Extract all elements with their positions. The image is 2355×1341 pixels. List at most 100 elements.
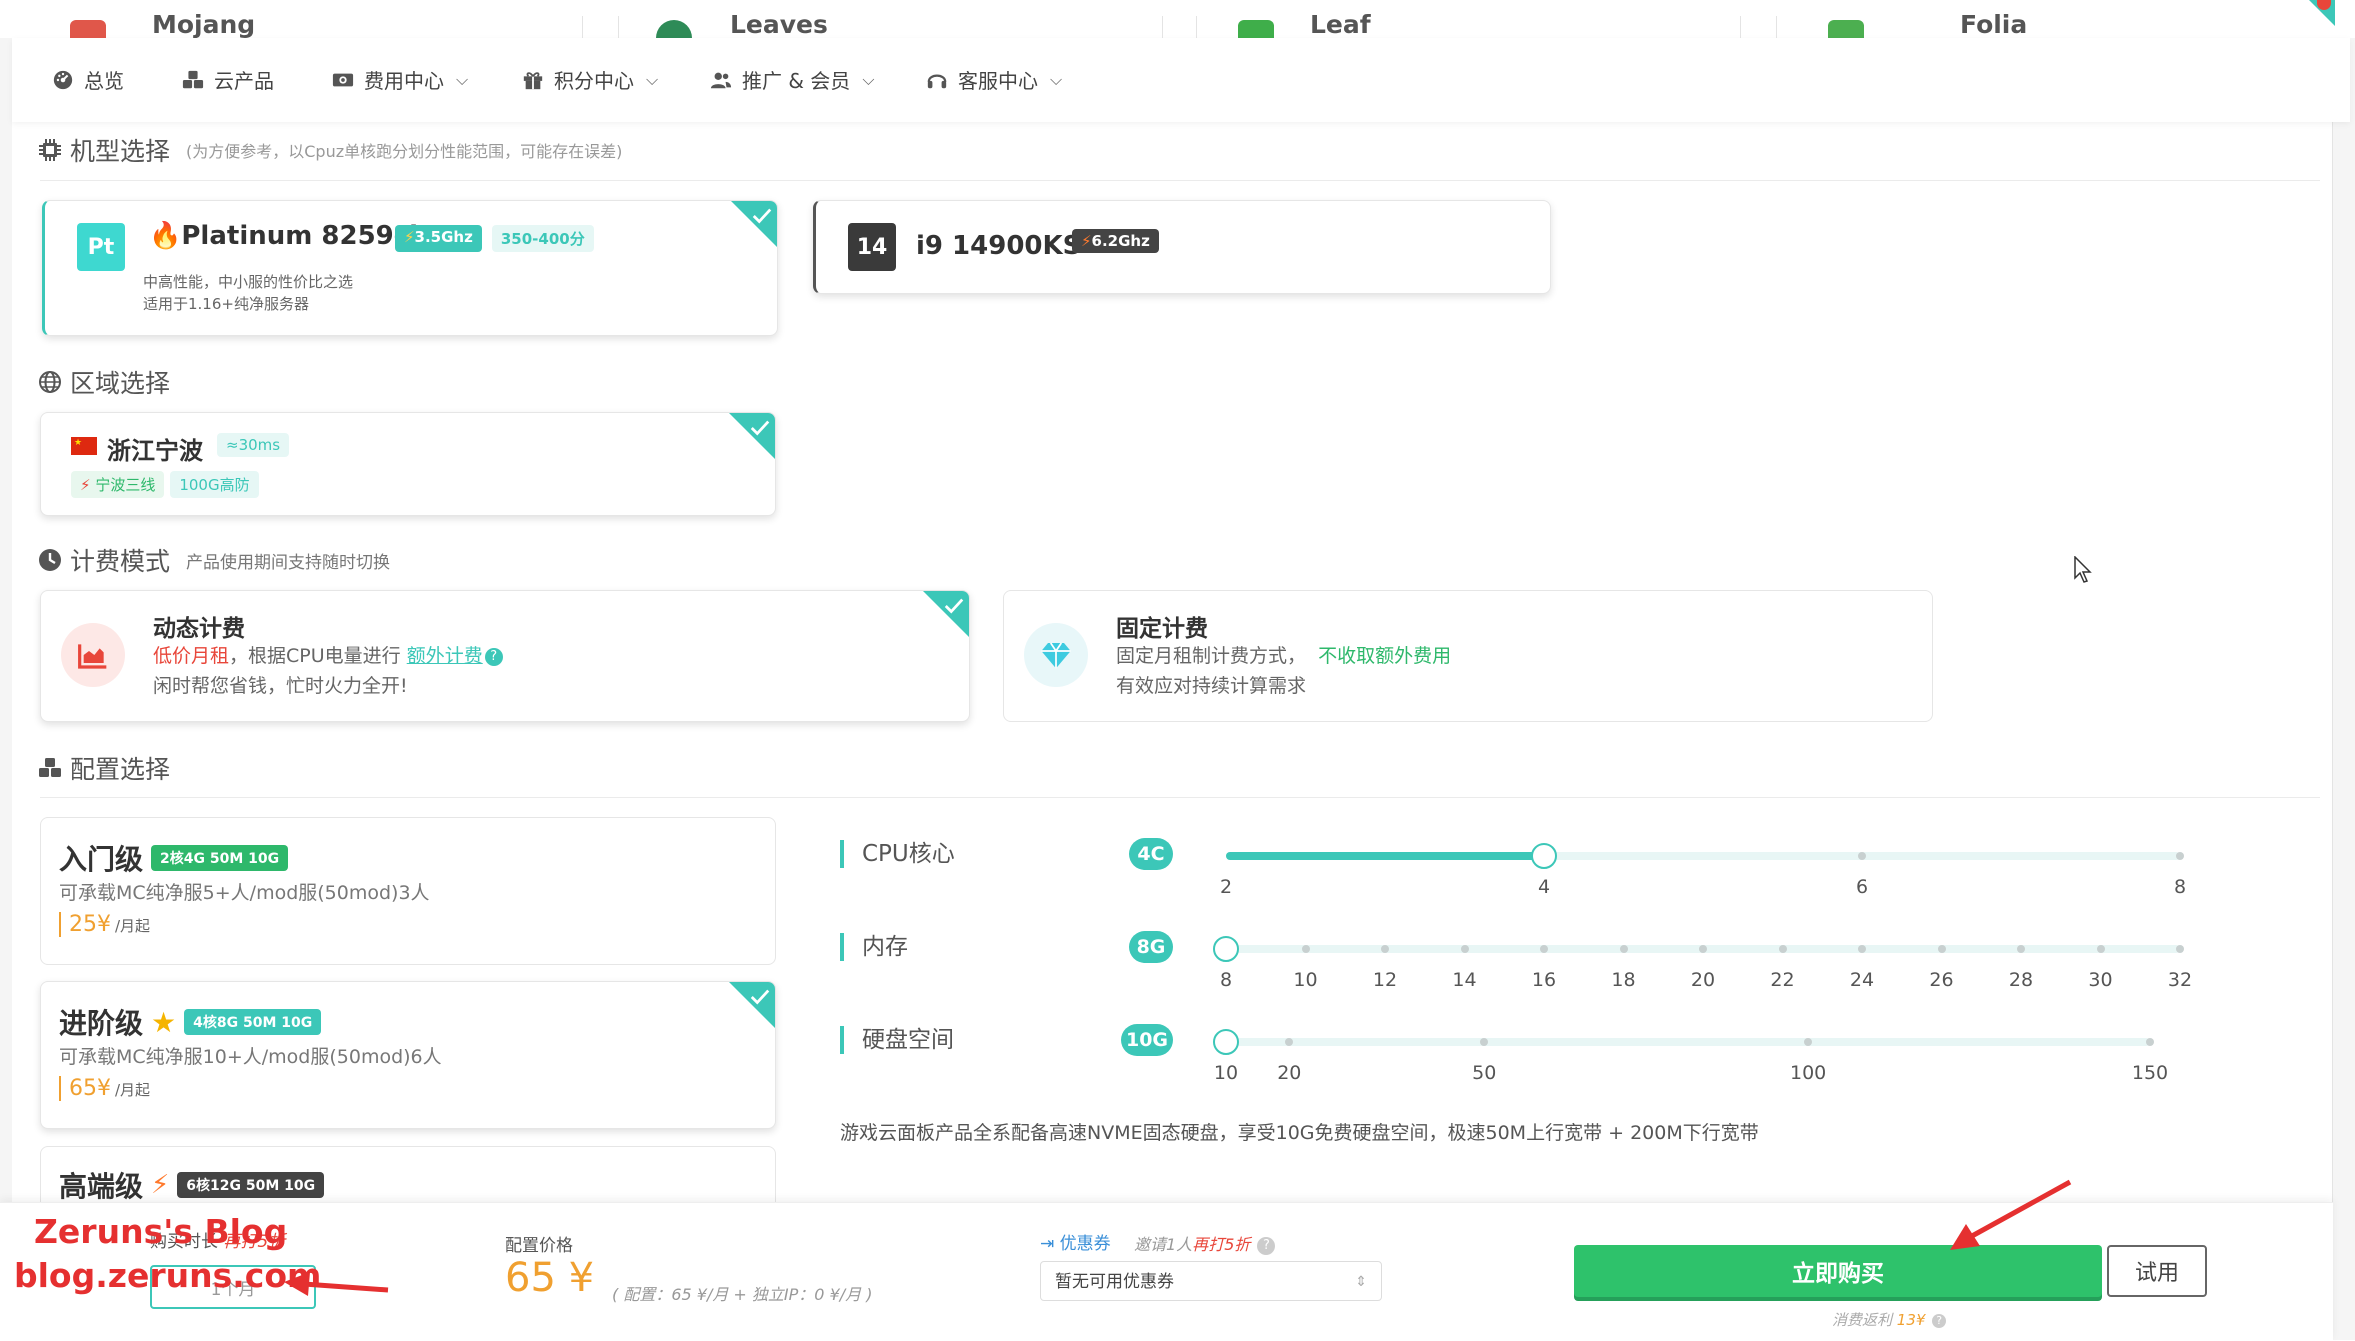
slider-tick-label: 8 — [1219, 969, 1233, 991]
nav-label: 推广 & 会员 — [742, 69, 851, 93]
selected-check — [923, 591, 969, 637]
slider-tick-label: 10 — [1293, 969, 1318, 991]
divider — [40, 797, 2320, 798]
selected-check — [729, 413, 775, 459]
slider-tick-label: 16 — [1531, 969, 1557, 991]
cubes-icon — [182, 70, 204, 88]
slider-handle[interactable] — [1213, 936, 1239, 962]
bill-icon-bg — [61, 623, 125, 687]
cpu-card-platinum[interactable]: Pt 🔥Platinum 8259cl ⚡3.5Ghz 350-400分 中高性… — [42, 200, 778, 336]
slider-tick-dot — [1619, 945, 1628, 953]
help-icon[interactable]: ? — [1932, 1313, 1947, 1328]
gift-icon — [523, 71, 543, 89]
defense-tag: 100G高防 — [170, 471, 259, 498]
help-icon[interactable]: ? — [1257, 1236, 1276, 1255]
disk-slider-label: 硬盘空间 — [840, 1026, 954, 1054]
annotation-arrow-left — [284, 1272, 389, 1296]
billing-dynamic-card[interactable]: 动态计费 低价月租，根据CPU电量进行 额外计费? 闲时帮您省钱，忙时火力全开! — [40, 590, 970, 722]
tier-title: 进阶级 ★ 4核8G 50M 10G — [59, 1002, 322, 1042]
slider-tick-label: 100 — [1789, 1062, 1827, 1084]
billing-title: 固定计费 — [1116, 616, 1208, 642]
tab-leaf[interactable]: Leaf — [1310, 10, 1371, 38]
money-icon — [332, 73, 354, 86]
mojang-logo — [70, 20, 106, 38]
china-flag-icon: ★ — [71, 437, 97, 455]
score-badge: 350-400分 — [491, 225, 594, 252]
nav-customer-service[interactable]: 客服中心 ⌵ — [926, 65, 1062, 94]
annotation-arrow-right — [1950, 1179, 2072, 1250]
slider-track[interactable] — [1226, 1038, 2150, 1046]
section-title-text: 计费模式 — [70, 547, 171, 576]
billing-line-2: 有效应对持续计算需求 — [1116, 675, 1307, 697]
slider-tick-label: 20 — [1277, 1062, 1302, 1084]
tier-card-advanced[interactable]: 进阶级 ★ 4核8G 50M 10G 可承载MC纯净服10+人/mod服(50m… — [40, 981, 776, 1129]
slider-tick-label: 14 — [1452, 969, 1477, 991]
model-section-title: 机型选择 (为方便参考，以Cpuz单核跑分划分性能范围，可能存在误差) — [38, 132, 622, 168]
folia-logo — [1828, 20, 1864, 38]
tab-leaves[interactable]: Leaves — [730, 10, 828, 38]
memory-value-pill: 8G — [1129, 931, 1173, 963]
billing-fixed-card[interactable]: 固定计费 固定月租制计费方式， 不收取额外费用 有效应对持续计算需求 — [1003, 590, 1933, 722]
cpu-badges: ⚡6.2Ghz — [1072, 229, 1159, 253]
slider-tick-label: 150 — [2131, 1062, 2169, 1084]
chevron-down-icon: ⌵ — [646, 69, 659, 89]
slider-tick-dot — [1858, 945, 1866, 953]
cpu-logo: 14 — [848, 223, 896, 271]
leaf-logo — [1238, 20, 1274, 38]
slider-tick-dot — [1937, 945, 1946, 953]
section-title-text: 区域选择 — [70, 369, 171, 398]
price-breakdown: ( 配置：65 ¥/月 + 独立IP：0 ¥/月 ) — [612, 1285, 873, 1304]
tier-title: 高端级 ⚡ 6核12G 50M 10G — [59, 1165, 325, 1205]
chevron-down-icon: ⌵ — [1050, 69, 1063, 89]
tier-price: 65¥/月起 — [59, 1076, 150, 1101]
cpu-name: i9 14900KS — [916, 231, 1082, 261]
region-tags: ⚡ 宁波三线 100G高防 — [71, 471, 259, 498]
nav-overview[interactable]: 总览 — [52, 65, 124, 94]
slider-handle[interactable] — [1531, 843, 1557, 869]
leaves-logo — [656, 20, 692, 38]
slider-tick-label: 2 — [1219, 876, 1233, 898]
nav-label: 总览 — [84, 69, 124, 93]
slider-tick-dot — [2146, 1038, 2154, 1046]
tier-card-entry[interactable]: 入门级 2核4G 50M 10G 可承载MC纯净服5+人/mod服(50mod)… — [40, 817, 776, 965]
config-price: 65 ¥ — [505, 1255, 595, 1301]
right-scrollbar-area[interactable] — [2332, 0, 2355, 1340]
slider-tick-dot — [2017, 945, 2025, 953]
bill-icon-bg — [1024, 623, 1088, 687]
nav-label: 费用中心 — [364, 69, 444, 93]
chevron-down-icon: ⌵ — [862, 69, 875, 89]
billing-title: 动态计费 — [153, 616, 245, 642]
divider — [40, 180, 2320, 181]
region-card-ningbo[interactable]: ★ 浙江宁波 ≈30ms ⚡ 宁波三线 100G高防 — [40, 412, 776, 516]
nav-cloud-products[interactable]: 云产品 — [182, 65, 274, 94]
slider-handle[interactable] — [1213, 1029, 1239, 1055]
tab-mojang[interactable]: Mojang — [152, 10, 255, 38]
section-hint: 产品使用期间支持随时切换 — [186, 552, 391, 573]
slider-tick-dot — [1858, 852, 1866, 860]
nav-billing-center[interactable]: 费用中心 ⌵ — [332, 65, 468, 94]
nav-points-center[interactable]: 积分中心 ⌵ — [522, 65, 658, 94]
mouse-cursor-icon — [2074, 556, 2092, 583]
nav-label: 客服中心 — [958, 69, 1038, 93]
trial-button[interactable]: 试用 — [2107, 1245, 2207, 1297]
help-icon[interactable]: ? — [484, 647, 503, 666]
cpu-name: 🔥Platinum 8259cl — [149, 221, 419, 251]
nav-promotion-membership[interactable]: 推广 & 会员 ⌵ — [710, 65, 874, 94]
coupon-select[interactable]: 暂无可用优惠券 ⇕ — [1040, 1261, 1382, 1301]
bolt-icon: ⚡ — [151, 1170, 170, 1200]
latency-badge: ≈30ms — [217, 433, 290, 457]
top-navbar: 总览 云产品 费用中心 ⌵ 积分中心 ⌵ 推广 & 会员 ⌵ 客服中心 ⌵ — [12, 38, 2350, 122]
cpu-value-pill: 4C — [1129, 838, 1173, 870]
fire-icon: 🔥 — [149, 221, 182, 251]
selected-check — [731, 201, 777, 247]
nav-label: 积分中心 — [554, 69, 634, 93]
section-hint: (为方便参考，以Cpuz单核跑分划分性能范围，可能存在误差) — [186, 142, 623, 161]
selected-check — [729, 982, 775, 1028]
cpu-card-i9[interactable]: 14 i9 14900KS ⚡6.2Ghz — [813, 200, 1551, 294]
tab-folia[interactable]: Folia — [1960, 10, 2027, 38]
extra-billing-link[interactable]: 额外计费 — [407, 645, 483, 667]
watermark-line-2: blog.zeruns.com — [14, 1256, 322, 1295]
left-frame — [0, 0, 12, 1340]
slider-tick-dot — [1778, 945, 1787, 953]
bolt-icon: ⚡ — [80, 476, 96, 494]
